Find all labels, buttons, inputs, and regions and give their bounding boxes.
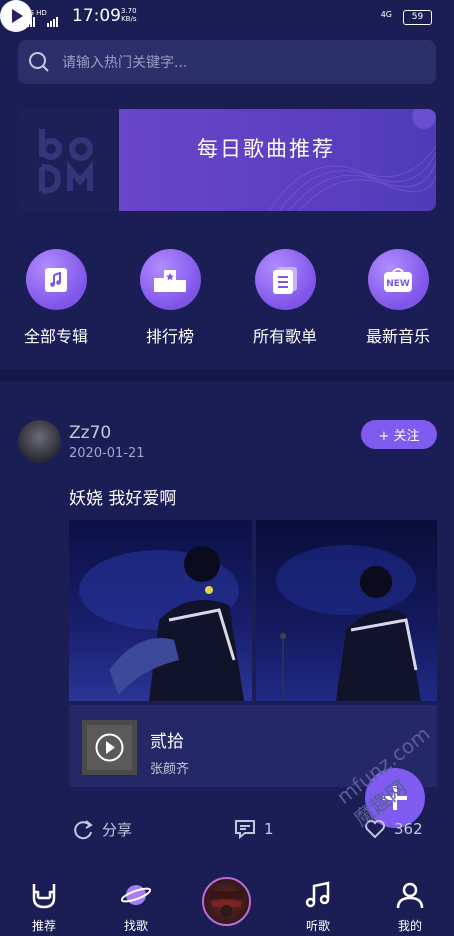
- banner-title: 每日歌曲推荐: [197, 137, 335, 161]
- boom-logo: [18, 109, 119, 211]
- now-playing-button[interactable]: [202, 877, 251, 926]
- nav-mine[interactable]: 我的: [380, 880, 440, 934]
- category-label: 全部专辑: [23, 327, 88, 346]
- clock: 17:09: [72, 6, 121, 26]
- post-photo[interactable]: [69, 520, 252, 701]
- nav-label: 推荐: [31, 919, 56, 933]
- comment-icon: [235, 820, 255, 839]
- post-date: 2020-01-21: [69, 446, 145, 461]
- nav-label: 我的: [397, 919, 422, 933]
- like-count: 362: [394, 820, 423, 838]
- share-label: 分享: [102, 821, 133, 839]
- album-cover: [82, 720, 137, 775]
- song-title: 贰拾: [150, 732, 184, 752]
- svg-text:NEW: NEW: [386, 279, 410, 289]
- speed-unit: KB/s: [121, 15, 137, 23]
- category-label: 最新音乐: [365, 327, 430, 346]
- nav-listen[interactable]: 听歌: [288, 880, 348, 934]
- category-new-music[interactable]: NEW 最新音乐: [348, 249, 448, 347]
- search-icon: [28, 51, 50, 77]
- category-charts[interactable]: 排行榜: [120, 249, 220, 347]
- speed-value: 3.70: [121, 7, 137, 15]
- network-type: 4G: [380, 10, 392, 19]
- user-icon: [396, 882, 424, 909]
- song-artist: 张颜齐: [150, 762, 190, 777]
- follow-button[interactable]: + 关注: [361, 420, 437, 449]
- album-icon: [25, 249, 87, 310]
- section-divider: [0, 369, 454, 381]
- signal-bars-icon: [24, 17, 58, 27]
- signal-indicator: 4G HD: [24, 9, 64, 29]
- signal-1-label: 4G HD: [24, 9, 47, 17]
- search-bar[interactable]: [18, 40, 436, 84]
- status-bar: 4G HD 17:09 3.70 KB/s 4G 59: [0, 0, 454, 34]
- share-button[interactable]: 分享: [73, 819, 132, 840]
- nav-find-songs[interactable]: 找歌: [106, 880, 166, 934]
- category-all-playlists[interactable]: 所有歌单: [235, 249, 335, 347]
- category-label: 所有歌单: [252, 327, 317, 346]
- post-photo[interactable]: [256, 520, 437, 701]
- category-all-albums[interactable]: 全部专辑: [6, 249, 106, 347]
- comment-button[interactable]: 1: [234, 819, 274, 839]
- music-note-icon: [305, 881, 330, 908]
- nav-label: 找歌: [123, 919, 148, 933]
- share-icon: [74, 820, 93, 840]
- nav-label: 听歌: [305, 919, 330, 933]
- network-speed: 3.70 KB/s: [121, 7, 137, 23]
- search-input[interactable]: [60, 48, 424, 78]
- post-username[interactable]: Zz70: [69, 423, 111, 443]
- planet-icon: [120, 885, 152, 905]
- rock-hand-icon: [32, 884, 56, 909]
- avatar[interactable]: [18, 420, 61, 463]
- nav-recommend[interactable]: 推荐: [14, 880, 74, 934]
- post-text: 妖娆 我好爱啊: [69, 489, 177, 509]
- category-label: 排行榜: [145, 327, 194, 346]
- playlist-icon: [254, 249, 316, 310]
- battery-indicator: 59: [403, 10, 432, 25]
- comment-count: 1: [264, 820, 274, 838]
- chart-icon: [139, 249, 201, 310]
- new-icon: NEW: [367, 249, 429, 310]
